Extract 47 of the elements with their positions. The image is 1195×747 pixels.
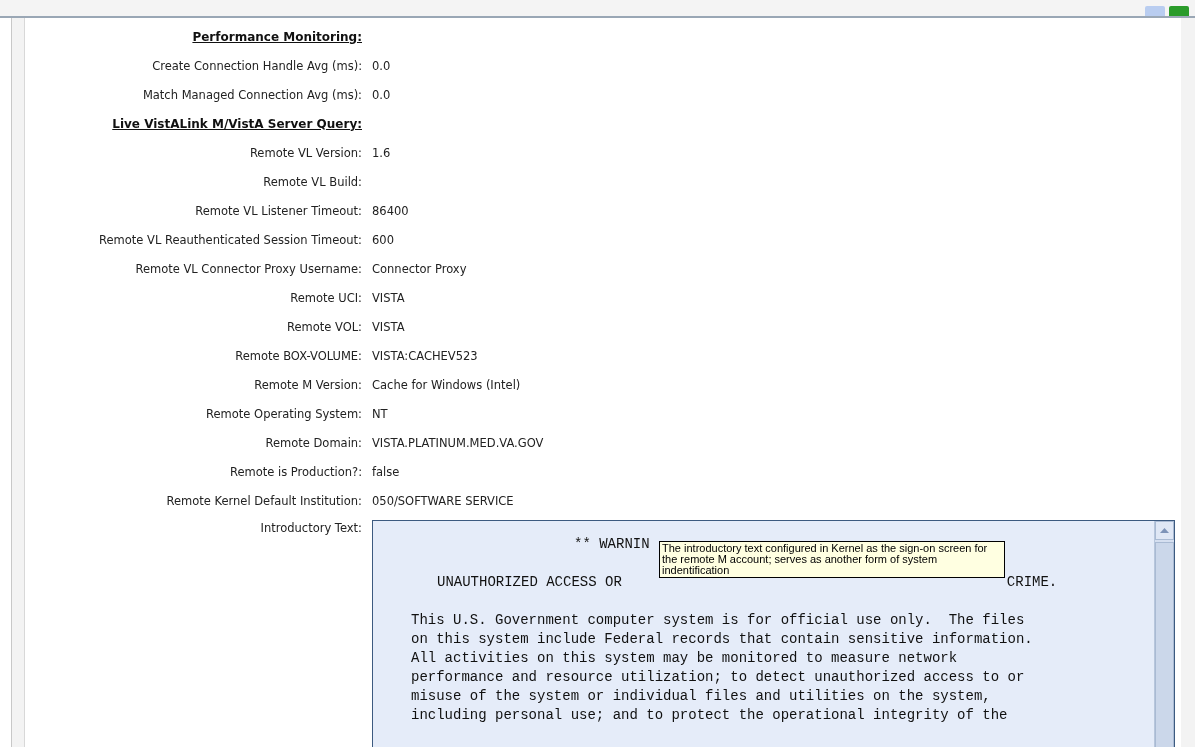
field-value: 0.0 bbox=[372, 87, 391, 102]
text-line: on this system include Federal records that contain sensitive information. bbox=[411, 630, 1034, 649]
field-value: 86400 bbox=[372, 203, 409, 218]
field-value: 0.0 bbox=[372, 58, 391, 73]
field-label: Match Managed Connection Avg (ms): bbox=[142, 87, 362, 102]
field-value: VISTA.PLATINUM.MED.VA.GOV bbox=[372, 435, 544, 450]
field-label: Remote Domain: bbox=[265, 435, 362, 450]
text-line: including personal use; and to protect the operational integrity of the bbox=[411, 706, 1009, 725]
field-value: false bbox=[372, 464, 400, 479]
text-line: This U.S. Government computer system is for official use only. The files bbox=[411, 611, 1026, 630]
field-label: Remote BOX-VOLUME: bbox=[235, 348, 362, 363]
scrollbar[interactable] bbox=[1154, 521, 1174, 747]
field-label: Remote VL Build: bbox=[263, 174, 362, 189]
text-line: performance and resource utilization; to detect unauthorized access to or bbox=[411, 668, 1026, 687]
field-label: Remote Operating System: bbox=[206, 406, 362, 421]
field-label: Remote VL Version: bbox=[249, 145, 362, 160]
tooltip: The introductory text configured in Kernel as the sign-on screen for the remote M account; serves as another form of system indentification bbox=[659, 541, 1005, 578]
text-line: UNAUTHORIZED ACCESS OR bbox=[437, 574, 622, 590]
field-value: Connector Proxy bbox=[372, 261, 467, 276]
field-value: 050/SOFTWARE SERVICE bbox=[372, 493, 514, 508]
field-label: Remote UCI: bbox=[290, 290, 362, 305]
field-label: Remote VL Listener Timeout: bbox=[195, 203, 362, 218]
field-label: Create Connection Handle Avg (ms): bbox=[152, 58, 362, 73]
field-label: Remote M Version: bbox=[254, 377, 362, 392]
text-area[interactable] bbox=[372, 520, 1175, 747]
toolbar-icon[interactable] bbox=[1169, 6, 1189, 16]
up-arrow-icon bbox=[1160, 528, 1169, 533]
field-value: VISTA bbox=[372, 319, 405, 334]
section-heading: Performance Monitoring: bbox=[192, 29, 362, 44]
text-line: CRIME. bbox=[1006, 574, 1058, 590]
text-line: misuse of the system or individual files and utilities on the system, bbox=[411, 687, 992, 706]
field-value: NT bbox=[372, 406, 388, 421]
field-value: Cache for Windows (Intel) bbox=[372, 377, 521, 392]
text-line: All activities on this system may be monitored to measure network bbox=[411, 649, 959, 668]
field-value: 600 bbox=[372, 232, 394, 247]
section-heading: Live VistALink M/VistA Server Query: bbox=[112, 116, 362, 131]
text-line: ** WARNIN bbox=[574, 536, 650, 552]
field-value: VISTA bbox=[372, 290, 405, 305]
field-value: 1.6 bbox=[372, 145, 391, 160]
field-label: Remote is Production?: bbox=[229, 464, 362, 479]
field-label: Remote VOL: bbox=[286, 319, 362, 334]
field-label: Remote VL Reauthenticated Session Timeout: bbox=[99, 232, 362, 247]
field-value: VISTA:CACHEV523 bbox=[372, 348, 478, 363]
toolbar-icon[interactable] bbox=[1145, 6, 1165, 16]
field-label: Introductory Text: bbox=[260, 520, 362, 535]
field-label: Remote Kernel Default Institution: bbox=[166, 493, 362, 508]
field-label: Remote VL Connector Proxy Username: bbox=[135, 261, 362, 276]
